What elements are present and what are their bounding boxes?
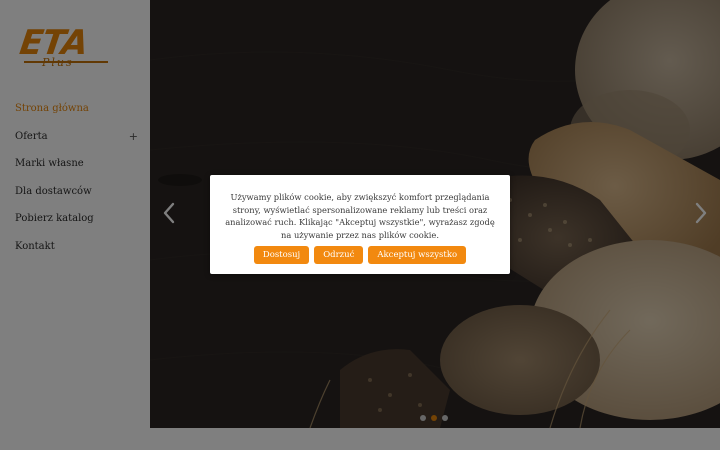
customize-button[interactable]: Dostosuj — [253, 246, 310, 264]
cookie-consent-dialog: Używamy plików cookie, aby zwiększyć kom… — [210, 175, 510, 274]
accept-all-button[interactable]: Akceptuj wszystko — [368, 246, 467, 264]
cookie-message: Używamy plików cookie, aby zwiększyć kom… — [225, 192, 495, 240]
reject-button[interactable]: Odrzuć — [314, 246, 364, 264]
cookie-buttons: Dostosuj Odrzuć Akceptuj wszystko — [210, 246, 510, 264]
